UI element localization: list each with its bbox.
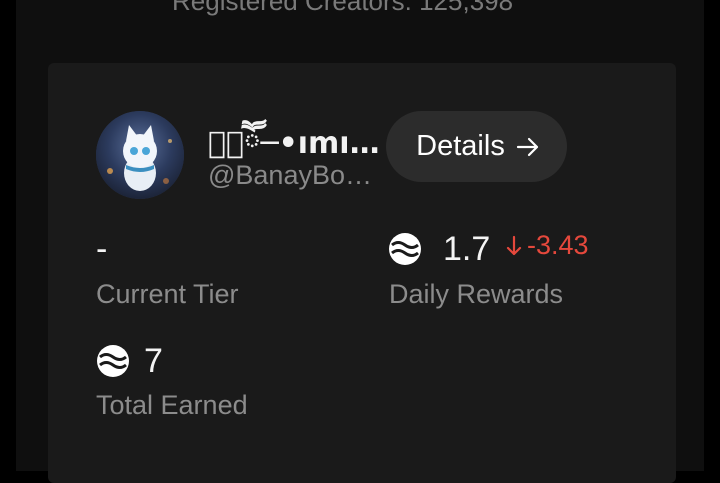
token-coin-icon: [97, 345, 129, 377]
details-button[interactable]: Details: [386, 111, 567, 182]
details-button-label: Details: [416, 130, 505, 162]
creator-handle: @BanayBo…: [208, 160, 372, 190]
total-earned-label: Total Earned: [96, 390, 248, 420]
avatar[interactable]: [96, 111, 184, 199]
daily-rewards-change: -3.43: [505, 230, 589, 261]
daily-rewards-label: Daily Rewards: [389, 279, 564, 309]
current-tier-value: -: [96, 230, 108, 268]
arrow-right-icon: [516, 137, 538, 156]
registered-creators-text: Registered Creators: 125,398: [172, 0, 514, 16]
token-coin-icon: [389, 233, 421, 265]
daily-rewards-value: 1.7: [443, 230, 491, 268]
avatar-image: [96, 111, 184, 199]
total-earned-value: 7: [144, 342, 163, 380]
daily-rewards-change-value: -3.43: [527, 230, 589, 260]
current-tier-label: Current Tier: [96, 279, 239, 309]
arrow-down-icon: [506, 235, 522, 255]
